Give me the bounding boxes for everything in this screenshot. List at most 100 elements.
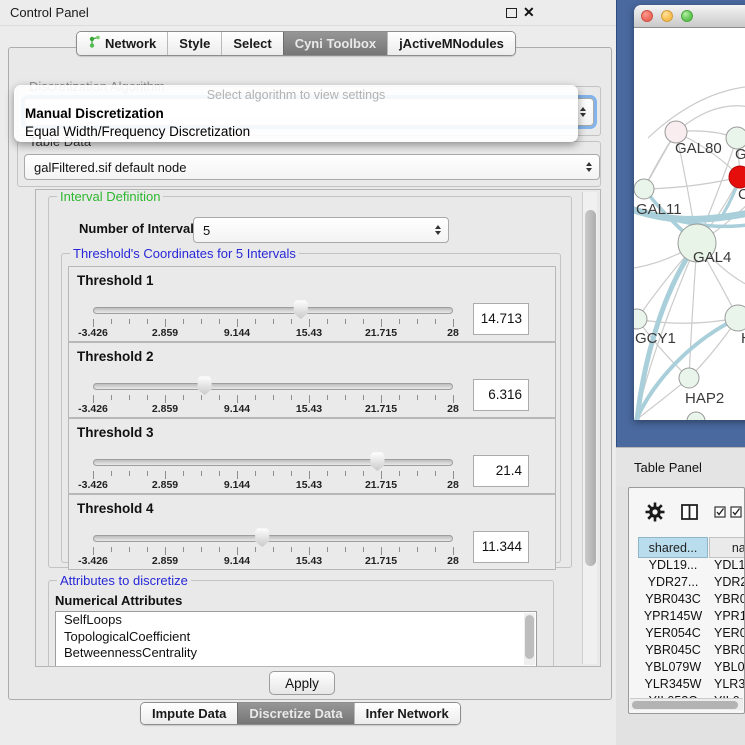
threshold-2-row: Threshold 2-3.4262.8599.14415.4321.71528… (68, 342, 556, 418)
number-of-intervals-combobox[interactable]: 5 (193, 217, 449, 243)
minimize-traffic-light-icon[interactable] (661, 10, 673, 22)
tick-mark (399, 547, 400, 552)
bottom-tab-bar: Impute Data Discretize DataInfer Network (140, 702, 461, 725)
checkbox-icon[interactable] (714, 506, 726, 518)
float-window-icon[interactable] (506, 8, 517, 18)
dropdown-option[interactable]: Equal Width/Frequency Discretization (14, 124, 578, 142)
tab-label: Impute Data (152, 706, 226, 721)
dropdown-option[interactable]: Manual Discretization (14, 106, 578, 124)
vertical-scrollbar-thumb[interactable] (585, 210, 596, 566)
tab-style[interactable]: Style (167, 32, 221, 55)
tick-mark (111, 547, 112, 552)
threshold-4-row: Threshold 4-3.4262.8599.14415.4321.71528… (68, 494, 556, 570)
table-panel-header: Table Panel (616, 447, 745, 487)
horizontal-scrollbar-thumb[interactable] (632, 701, 738, 709)
table-data-combobox[interactable]: galFiltered.sif default node (24, 154, 600, 180)
horizontal-scrollbar[interactable] (630, 698, 743, 710)
threshold-slider-track[interactable] (93, 383, 453, 390)
threshold-value-field[interactable]: 6.316 (473, 379, 529, 411)
threshold-slider-thumb[interactable] (293, 300, 309, 319)
threshold-slider-thumb[interactable] (254, 528, 270, 547)
table-row[interactable]: YLR345WYLR3... (629, 677, 745, 694)
gear-icon[interactable] (645, 502, 665, 522)
tick-label: 2.859 (152, 479, 178, 491)
tab-impute-data[interactable]: Impute Data (141, 703, 237, 724)
threshold-slider-thumb[interactable] (197, 376, 213, 395)
column-header-shared-name[interactable]: shared... (638, 537, 708, 558)
thresholds-group-title: Threshold's Coordinates for 5 Intervals (70, 246, 299, 261)
zoom-traffic-light-icon[interactable] (681, 10, 693, 22)
tick-mark (381, 471, 382, 479)
table-row[interactable]: YPR145WYPR1... (629, 609, 745, 626)
tick-label: 15.43 (296, 555, 322, 567)
checkbox-icon[interactable] (730, 506, 742, 518)
tab-infer-network[interactable]: Infer Network (354, 703, 460, 724)
node-label: GAL4 (693, 249, 731, 266)
slider-ticks (93, 319, 454, 328)
table-row[interactable]: YDL19...YDL1... (629, 558, 745, 575)
cell-name: YBL0... (714, 660, 745, 674)
tick-mark (327, 319, 328, 324)
cell-shared-name: YBL079W (638, 660, 708, 674)
tick-mark (291, 319, 292, 324)
network-canvas[interactable]: GAL80GACGAL11GAL4GCY1HHAP2 (634, 28, 745, 420)
tab-jactivemnodules[interactable]: jActiveMNodules (387, 32, 515, 55)
network-node-hap2[interactable] (679, 368, 699, 388)
slider-ticks (93, 395, 454, 404)
numerical-attributes-list[interactable]: SelfLoopsTopologicalCoefficientBetweenne… (55, 611, 537, 667)
tick-label: 28 (447, 327, 459, 339)
columns-icon[interactable] (681, 504, 698, 520)
list-scrollbar[interactable] (524, 613, 535, 665)
tick-mark (417, 547, 418, 552)
threshold-slider-track[interactable] (93, 307, 453, 314)
tab-label: Select (233, 36, 271, 51)
tick-mark (435, 471, 436, 476)
close-icon[interactable]: ✕ (523, 4, 535, 21)
threshold-1-row: Threshold 1-3.4262.8599.14415.4321.71528… (68, 266, 556, 342)
cell-name: YDL1... (714, 558, 745, 572)
tab-cyni-toolbox[interactable]: Cyni Toolbox (283, 32, 387, 55)
network-node-gal11[interactable] (634, 179, 654, 199)
node-label: HAP2 (685, 390, 724, 407)
tick-mark (255, 395, 256, 400)
close-traffic-light-icon[interactable] (641, 10, 653, 22)
tick-mark (201, 319, 202, 324)
column-header-name[interactable]: na... (709, 537, 745, 558)
threshold-value-field[interactable]: 21.4 (473, 455, 529, 487)
tick-mark (93, 547, 94, 555)
tab-network[interactable]: Network (77, 32, 167, 55)
table-row[interactable]: YER054CYER0... (629, 626, 745, 643)
tick-mark (345, 471, 346, 476)
threshold-value-field[interactable]: 14.713 (473, 303, 529, 335)
tick-mark (165, 547, 166, 555)
threshold-slider-thumb[interactable] (369, 452, 385, 471)
tick-mark (165, 395, 166, 403)
attribute-list-item[interactable]: TopologicalCoefficient (56, 629, 536, 646)
table-row[interactable]: YDR27...YDR2... (629, 575, 745, 592)
tick-mark (435, 395, 436, 400)
threshold-slider-track[interactable] (93, 535, 453, 542)
tick-mark (273, 547, 274, 552)
tab-select[interactable]: Select (221, 32, 282, 55)
tab-label: jActiveMNodules (399, 36, 504, 51)
table-row[interactable]: YBR045CYBR0... (629, 643, 745, 660)
attribute-list-item[interactable]: SelfLoops (56, 612, 536, 629)
network-node-h[interactable] (725, 305, 745, 331)
table-row[interactable]: YBR043CYBR0... (629, 592, 745, 609)
tick-label: 15.43 (296, 403, 322, 415)
network-node[interactable] (687, 412, 705, 420)
table-row[interactable]: YBL079W YBL0... (629, 660, 745, 677)
tick-mark (165, 471, 166, 479)
control-panel: Control Panel ✕ NetworkStyleSelectCyni T… (0, 0, 616, 745)
tab-discretize-data[interactable]: Discretize Data (237, 703, 353, 724)
cell-shared-name: YER054C (638, 626, 708, 640)
list-scrollbar-thumb[interactable] (525, 615, 534, 659)
apply-button[interactable]: Apply (269, 671, 335, 695)
attribute-list-item[interactable]: BetweennessCentrality (56, 645, 536, 662)
vertical-scrollbar[interactable] (582, 192, 597, 664)
network-node-gcy1[interactable] (634, 309, 647, 329)
threshold-slider-track[interactable] (93, 459, 453, 466)
threshold-value-field[interactable]: 11.344 (473, 531, 529, 563)
tick-mark (435, 319, 436, 324)
combo-stepper-icon (586, 162, 592, 172)
